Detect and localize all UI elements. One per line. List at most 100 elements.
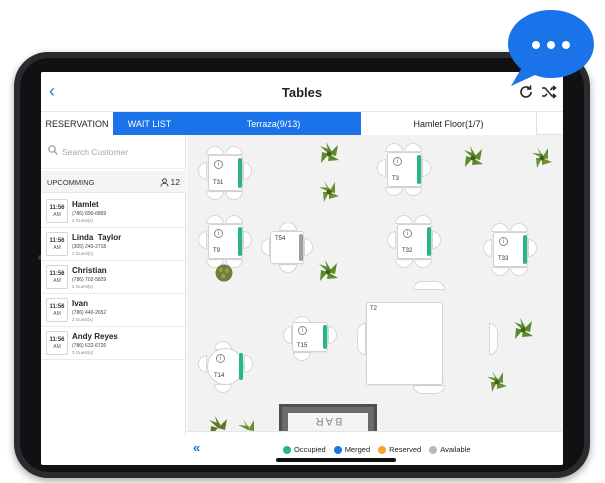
table-t54[interactable]: T54 [270, 231, 304, 264]
upcoming-header: UPCOMMING 12 [41, 171, 186, 193]
available-dot [429, 445, 438, 454]
chair [279, 222, 297, 231]
info-icon[interactable]: i [393, 157, 402, 166]
chair [243, 162, 252, 180]
time-box: 11:56 AM [46, 331, 68, 355]
chair [395, 215, 413, 224]
time-ampm: AM [53, 311, 61, 317]
legend-reserved: Reserved [378, 445, 421, 454]
chair [283, 326, 292, 344]
occupied-indicator [238, 227, 242, 256]
info-icon[interactable]: i [216, 354, 225, 363]
legend-occupied: Occupied [283, 445, 326, 454]
collapse-double-chevron-icon[interactable]: « [193, 440, 200, 455]
time-box: 11:56 AM [46, 199, 68, 223]
sidebar-tabs: RESERVATION WAIT LIST [41, 112, 186, 135]
table-label: T54 [275, 236, 286, 242]
chair [377, 159, 386, 177]
guest-count: 2 Guest(s) [72, 284, 94, 289]
chair [404, 187, 422, 196]
time-value: 11:56 [49, 271, 65, 277]
reserved-dot [378, 445, 387, 454]
plant-icon [238, 419, 254, 431]
chair [491, 267, 509, 276]
info-icon[interactable]: i [214, 229, 223, 238]
chair [261, 238, 270, 256]
table-t33[interactable]: i T33 [493, 232, 528, 267]
legend-merged: Merged [333, 445, 371, 454]
time-ampm: AM [53, 245, 61, 251]
plant-icon [487, 371, 507, 392]
time-ampm: AM [53, 344, 61, 350]
chair [206, 146, 224, 155]
tab-reservation[interactable]: RESERVATION [41, 112, 113, 135]
legend-label: Merged [344, 445, 371, 454]
info-icon[interactable]: i [499, 237, 508, 246]
legend-label: Available [440, 445, 471, 454]
floor-tabs: Terraza(9/13) Hamlet Floor(1/7) [186, 112, 563, 135]
list-item[interactable]: 11:56 AM Linda Taylor (305) 240-2718 2 G… [41, 228, 186, 261]
table-t14[interactable]: i T14 [207, 348, 244, 385]
time-ampm: AM [53, 212, 61, 218]
chair [357, 323, 366, 355]
list-item[interactable]: 11:56 AM Christian (786) 702-5829 2 Gues… [41, 261, 186, 294]
chair [198, 355, 207, 373]
chair [385, 143, 403, 152]
chair [489, 323, 498, 355]
chair [225, 191, 243, 200]
reservation-list: 11:56 AM Hamlet (786) 890-6869 2 Guest(s… [41, 195, 186, 360]
chair [422, 159, 431, 177]
bar-counter: BAR [279, 404, 377, 431]
table-t3[interactable]: i T3 [387, 152, 422, 187]
table-t2[interactable]: T2 [366, 302, 443, 385]
chair [387, 231, 396, 249]
table-t31[interactable]: i T31 [208, 155, 243, 191]
table-label: T15 [297, 343, 308, 349]
list-item[interactable]: 11:56 AM Andy Reyes (786) 632-6726 3 Gue… [41, 327, 186, 360]
table-t15[interactable]: i T15 [292, 322, 328, 352]
bar-label: BAR [313, 415, 343, 427]
legend-label: Occupied [294, 445, 326, 454]
info-icon[interactable]: i [403, 229, 412, 238]
app-screen: ‹ Tables RESERVATION WAIT LIST Terraza(9… [41, 72, 563, 465]
table-t9[interactable]: i T9 [208, 224, 243, 259]
info-icon[interactable]: i [298, 326, 307, 335]
occupied-indicator [238, 158, 242, 188]
chair [225, 146, 243, 155]
tab-floor-terraza[interactable]: Terraza(9/13) [186, 112, 361, 135]
guest-count: 2 Guest(s) [72, 251, 94, 256]
tab-wait-list[interactable]: WAIT LIST [113, 112, 186, 135]
chair [198, 162, 207, 180]
tab-floor-hamlet[interactable]: Hamlet Floor(1/7) [361, 112, 537, 135]
list-item[interactable]: 11:56 AM Hamlet (786) 890-6869 2 Guest(s… [41, 195, 186, 228]
chat-bubble-icon[interactable] [505, 6, 598, 88]
chair [293, 352, 311, 361]
chair [414, 259, 432, 268]
customer-name: Linda Taylor [72, 233, 122, 242]
upcoming-count: 12 [160, 177, 180, 187]
floor-plan: i T31 i T3 i T9 T54 i T32 i T33 T2 i T15… [187, 135, 563, 431]
list-item[interactable]: 11:56 AM Ivan (786) 440-2652 3 Guest(s) [41, 294, 186, 327]
customer-phone: (786) 890-6869 [72, 211, 107, 217]
time-ampm: AM [53, 278, 61, 284]
upcoming-label: UPCOMMING [47, 178, 95, 187]
table-t32[interactable]: i T32 [397, 224, 432, 259]
customer-phone: (786) 440-2652 [72, 310, 107, 316]
time-box: 11:56 AM [46, 232, 68, 256]
search-icon [48, 145, 58, 155]
plant-icon [215, 264, 233, 282]
table-label: T32 [402, 248, 413, 254]
table-label: T31 [213, 180, 224, 186]
chair [279, 264, 297, 273]
chair [385, 187, 403, 196]
table-label: T2 [370, 306, 378, 312]
search-input[interactable] [62, 143, 180, 161]
chair [198, 231, 207, 249]
time-box: 11:56 AM [46, 265, 68, 289]
legend-label: Reserved [389, 445, 422, 454]
chair [206, 215, 224, 224]
time-box: 11:56 AM [46, 298, 68, 322]
info-icon[interactable]: i [214, 160, 223, 169]
occupied-indicator [417, 155, 421, 184]
chair [413, 385, 445, 394]
